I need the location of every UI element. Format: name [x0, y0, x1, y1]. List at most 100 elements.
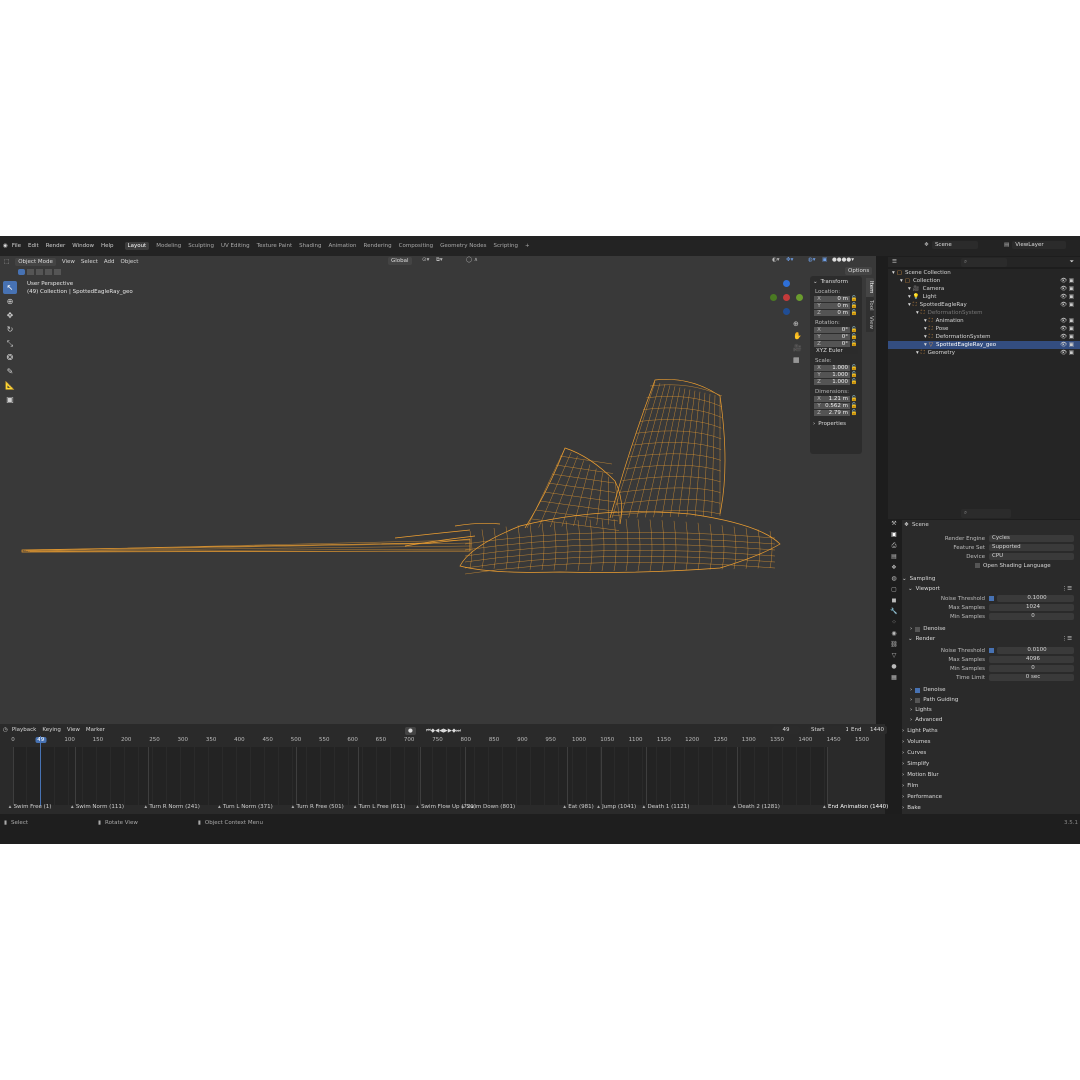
expand-arrow-icon[interactable]: ▾	[924, 342, 927, 348]
vp-denoise-subsection[interactable]: › Denoise	[910, 624, 1080, 634]
expand-arrow-icon[interactable]: ▾	[892, 270, 895, 276]
tab-shading[interactable]: Shading	[299, 243, 321, 249]
world-tab-icon[interactable]: ◍	[888, 573, 900, 584]
rotation-mode-dropdown[interactable]: XYZ Euler	[814, 348, 858, 354]
expand-arrow-icon[interactable]: ▾	[924, 326, 927, 332]
outliner-row[interactable]: ▾ 🎥 Camera 👁 ▣	[888, 285, 1080, 293]
device-dropdown[interactable]: CPU	[989, 553, 1074, 560]
gizmo-x-axis-icon[interactable]	[783, 294, 790, 301]
outliner-row[interactable]: ▾ ⛶ Geometry 👁 ▣	[888, 349, 1080, 357]
scale-z-field[interactable]: Z 1.000 🔓	[814, 379, 858, 385]
properties-header[interactable]: › Properties	[813, 421, 862, 427]
playhead[interactable]	[40, 736, 41, 806]
outliner-search-input[interactable]: ⌕	[960, 257, 1007, 267]
r-denoise-checkbox[interactable]	[915, 687, 921, 693]
tab-item[interactable]: Item	[866, 278, 874, 297]
tab-texture-paint[interactable]: Texture Paint	[257, 243, 293, 249]
keyframe-area[interactable]	[12, 747, 839, 805]
lock-icon[interactable]: 🔓	[850, 410, 858, 416]
lock-icon[interactable]: 🔓	[850, 372, 858, 378]
current-frame-field[interactable]: 49	[772, 726, 800, 734]
timeline-marker[interactable]: Turn L Norm (371)	[223, 804, 273, 810]
sampling-section[interactable]: ⌄ Sampling	[902, 574, 1080, 584]
menu-edit[interactable]: Edit	[28, 243, 39, 249]
tab-compositing[interactable]: Compositing	[399, 243, 433, 249]
outliner-row[interactable]: ▾ ▢ Collection 👁 ▣	[888, 277, 1080, 285]
3d-viewport[interactable]: ⬚ Object Mode View Select Add Object Glo…	[0, 256, 876, 724]
object-tab-icon[interactable]: ◼	[888, 595, 900, 606]
expand-arrow-icon[interactable]: ▾	[908, 294, 911, 300]
menu-help[interactable]: Help	[101, 243, 114, 249]
feature-set-dropdown[interactable]: Supported	[989, 544, 1074, 551]
location-z-field[interactable]: Z0 m 🔓	[814, 310, 858, 316]
expand-arrow-icon[interactable]: ▾	[900, 278, 903, 284]
menu-window[interactable]: Window	[72, 243, 94, 249]
gizmo-neg-z-icon[interactable]	[783, 308, 790, 315]
expand-arrow-icon[interactable]: ▾	[908, 302, 911, 308]
tab-uv-editing[interactable]: UV Editing	[221, 243, 250, 249]
lock-icon[interactable]: 🔓	[850, 403, 858, 409]
expand-arrow-icon[interactable]: ▾	[916, 310, 919, 316]
tab-rendering[interactable]: Rendering	[364, 243, 392, 249]
path-guiding-subsection[interactable]: › Path Guiding	[910, 695, 1080, 705]
playback-menu[interactable]: Playback	[12, 727, 37, 733]
section-bake[interactable]: › Bake	[902, 803, 1080, 813]
section-curves[interactable]: › Curves	[902, 748, 1080, 758]
tab-animation[interactable]: Animation	[328, 243, 356, 249]
render-subsection[interactable]: ⌄ Render ⋮☰	[908, 634, 1080, 644]
lock-icon[interactable]: 🔓	[850, 365, 858, 371]
gizmo-z-axis-icon[interactable]	[783, 280, 790, 287]
timeline-marker[interactable]: Death 2 (1281)	[738, 804, 780, 810]
lights-subsection[interactable]: › Lights	[910, 705, 1080, 715]
expand-arrow-icon[interactable]: ▾	[924, 318, 927, 324]
timeline-marker[interactable]: Eat (981)	[568, 804, 594, 810]
vp-denoise-checkbox[interactable]	[915, 626, 921, 632]
r-noise-checkbox[interactable]	[989, 648, 994, 653]
frame-ruler[interactable]: 0491001502002503003504004505005506006507…	[10, 737, 880, 744]
marker-menu[interactable]: Marker	[86, 727, 105, 733]
tab-scripting[interactable]: Scripting	[494, 243, 518, 249]
scale-y-field[interactable]: Y 1.000 🔓	[814, 372, 858, 378]
gizmo-y-axis-icon[interactable]	[796, 294, 803, 301]
timeline-marker[interactable]: Swim Norm (111)	[76, 804, 124, 810]
properties-search-input[interactable]: ⌕	[961, 509, 1011, 518]
jump-end-icon[interactable]: ⏭	[456, 728, 461, 735]
transform-header[interactable]: ⌄ Transform	[813, 279, 862, 285]
r-min-field[interactable]: 0	[989, 665, 1074, 672]
zoom-icon[interactable]: ⊕	[793, 318, 802, 330]
section-performance[interactable]: › Performance	[902, 792, 1080, 802]
rotation-x-field[interactable]: X 0° 🔓	[814, 327, 858, 333]
perspective-toggle-icon[interactable]: ▦	[793, 354, 802, 366]
tab-view[interactable]: View	[866, 313, 874, 333]
tab-modeling[interactable]: Modeling	[156, 243, 181, 249]
filter-icon[interactable]: ⏷	[1070, 259, 1074, 266]
vp-noise-field[interactable]: 0.1000	[997, 595, 1074, 602]
location-x-field[interactable]: X0 m 🔓	[814, 296, 858, 302]
osl-checkbox[interactable]	[975, 563, 980, 568]
end-frame-field[interactable]: End 1440	[848, 726, 887, 734]
lock-icon[interactable]: 🔓	[850, 396, 858, 402]
rotation-z-field[interactable]: Z 0° 🔓	[814, 341, 858, 347]
visibility-eye-icon[interactable]: 👁 ▣	[1060, 334, 1074, 340]
visibility-eye-icon[interactable]: 👁 ▣	[1060, 302, 1074, 308]
tab-sculpting[interactable]: Sculpting	[188, 243, 214, 249]
outliner-row[interactable]: ▾ ▢ Scene Collection	[888, 269, 1080, 277]
visibility-eye-icon[interactable]: 👁 ▣	[1060, 342, 1074, 348]
material-tab-icon[interactable]: ●	[888, 661, 900, 672]
timeline-marker[interactable]: Turn L Free (611)	[359, 804, 405, 810]
jump-keyframe-back-icon[interactable]: ◆◀	[431, 728, 439, 734]
timeline-marker[interactable]: End Animation (1440)	[828, 804, 888, 810]
lock-icon[interactable]: 🔓	[850, 334, 858, 340]
menu-file[interactable]: File	[12, 243, 21, 249]
visibility-eye-icon[interactable]: 👁 ▣	[1060, 294, 1074, 300]
tab-add[interactable]: +	[525, 243, 530, 249]
collection-tab-icon[interactable]: ▢	[888, 584, 900, 595]
timeline-marker[interactable]: Swim Free (1)	[14, 804, 52, 810]
visibility-eye-icon[interactable]: 👁 ▣	[1060, 350, 1074, 356]
render-tab-icon[interactable]: ▣	[888, 529, 900, 540]
lock-icon[interactable]: 🔓	[850, 379, 858, 385]
particles-tab-icon[interactable]: ⁘	[888, 617, 900, 628]
timeline-marker[interactable]: Turn R Norm (241)	[149, 804, 200, 810]
view-layer-selector[interactable]: ▤ ViewLayer	[1004, 241, 1067, 249]
scale-x-field[interactable]: X 1.000 🔓	[814, 365, 858, 371]
